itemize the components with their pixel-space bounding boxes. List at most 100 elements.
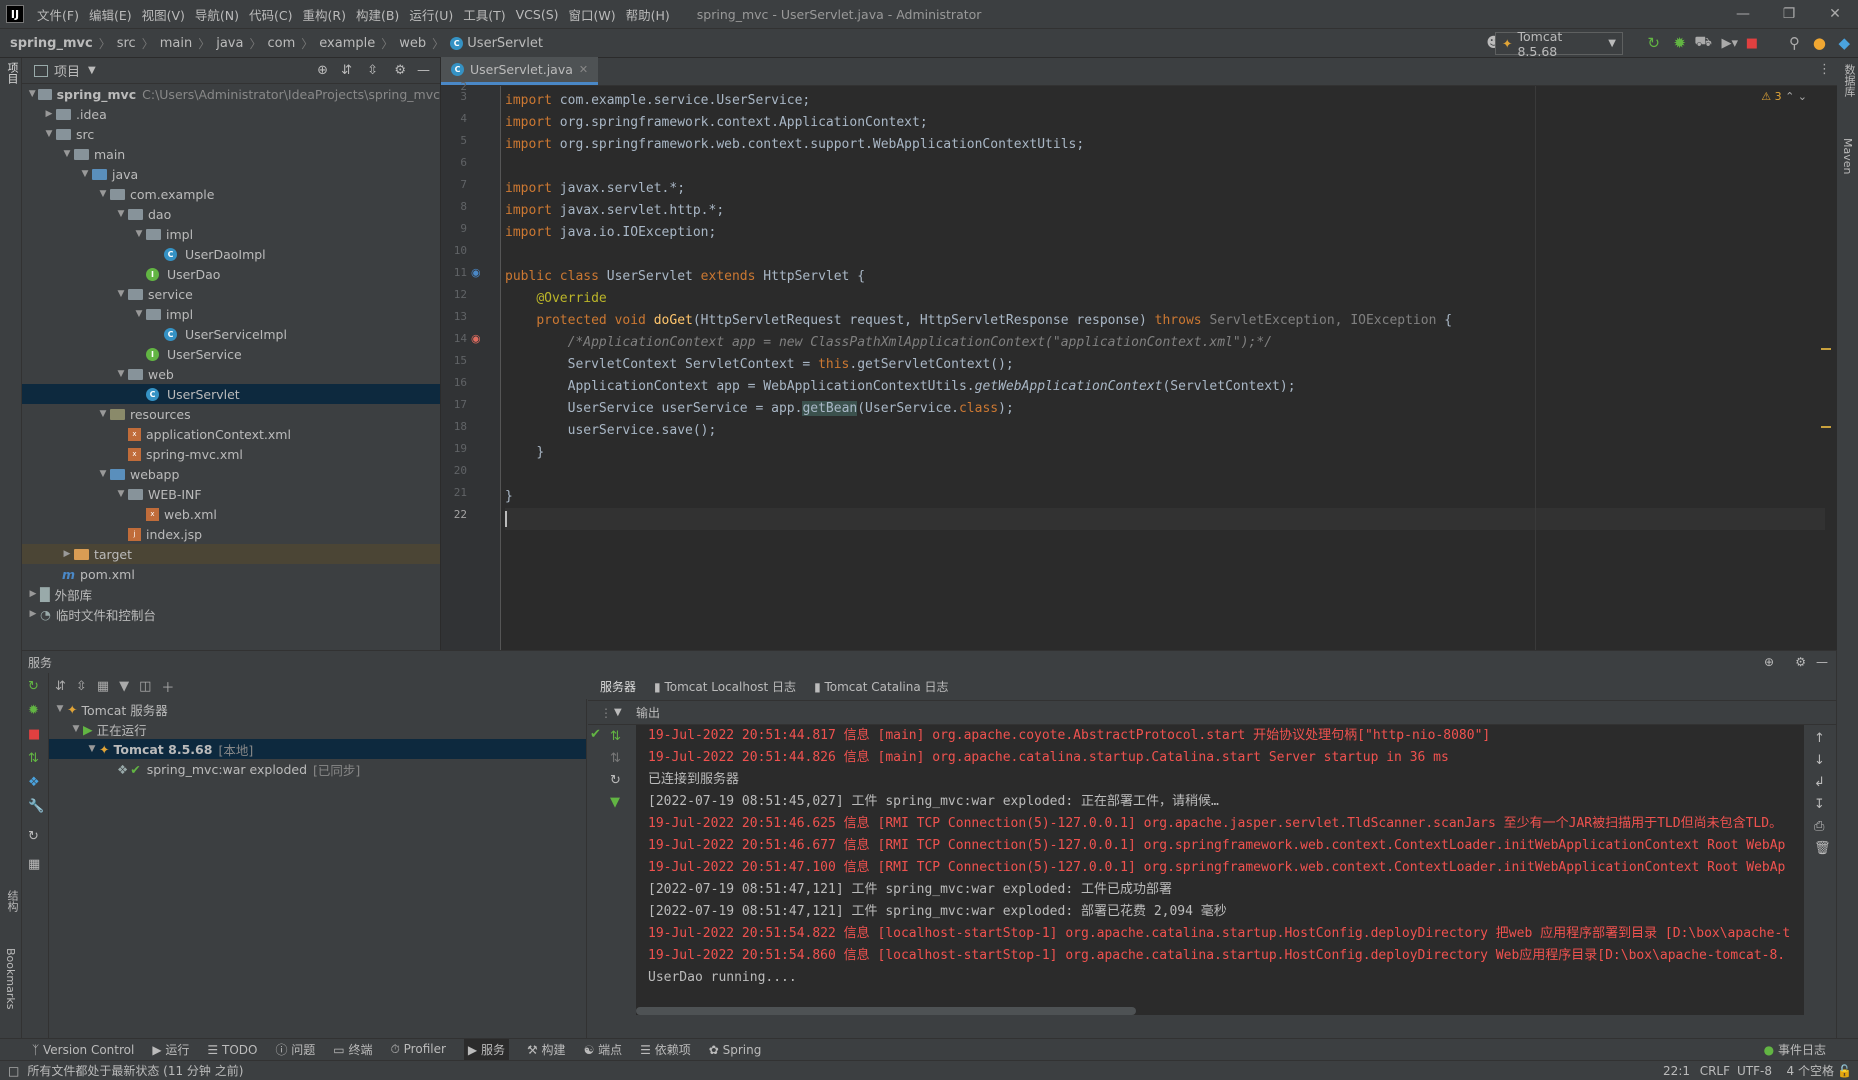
tree-item-service[interactable]: ▼ service [22, 284, 440, 304]
menu-navigate[interactable]: 导航(N) [190, 5, 244, 24]
coverage-icon[interactable]: ⛟ [1694, 29, 1712, 57]
rerun-icon[interactable]: ↻ [28, 679, 39, 694]
tree-item-running[interactable]: ▼ ▶ 正在运行 [49, 719, 586, 739]
tree-item-web-inf[interactable]: ▼ WEB-INF [22, 484, 440, 504]
refresh-icon[interactable]: ↻ [28, 829, 39, 844]
tree-item-userdaoimpl[interactable]: C UserDaoImpl [22, 244, 440, 264]
code-area[interactable]: import com.example.service.UserService; … [505, 86, 1825, 650]
tree-item-web-xml[interactable]: x web.xml [22, 504, 440, 524]
hide-panel-icon[interactable]: — [417, 63, 430, 78]
tree-item-java[interactable]: ▼ java [22, 164, 440, 184]
tool-dependencies[interactable]: ☰ 依赖项 [640, 1041, 691, 1058]
close-icon[interactable]: ✕ [1812, 0, 1858, 28]
collapse-all-icon[interactable]: ⇳ [76, 679, 87, 694]
breadcrumb-userservlet[interactable]: UserServlet [467, 36, 543, 51]
project-view-label[interactable]: 项目 [54, 61, 80, 80]
search-icon[interactable]: ⚲ [1789, 29, 1800, 57]
tool-version-control[interactable]: ᛉ Version Control [32, 1043, 134, 1057]
menu-build[interactable]: 构建(B) [351, 5, 404, 24]
tool-services[interactable]: ▶ 服务 [463, 1039, 509, 1060]
breadcrumb-java[interactable]: java [216, 36, 243, 51]
gear-icon[interactable]: ⚙ [1795, 655, 1806, 669]
print-icon[interactable]: ⎙ [1814, 819, 1824, 834]
expand-all-icon[interactable]: ⇵ [55, 679, 66, 694]
event-log-button[interactable]: ● 事件日志 [1764, 1041, 1826, 1058]
expand-all-icon[interactable]: ⇵ [341, 63, 352, 78]
scroll-to-end-icon[interactable]: ↧ [1814, 797, 1825, 812]
indent-setting[interactable]: 4 个空格 [1787, 1062, 1834, 1079]
menu-vcs[interactable]: VCS(S) [511, 7, 564, 22]
add-service-icon[interactable]: ＋ [161, 677, 174, 696]
tree-item-dao[interactable]: ▼ dao [22, 204, 440, 224]
override-gutter-icon[interactable]: ◉ [471, 332, 481, 345]
database-tool-window-button[interactable]: 数据库 [1841, 64, 1857, 97]
more-tabs-icon[interactable]: ⋮ [1818, 62, 1831, 77]
tab-tomcat-catalina-log[interactable]: ▮ Tomcat Catalina 日志 [814, 678, 948, 695]
locate-icon[interactable]: ⊕ [317, 63, 328, 78]
stop-icon[interactable]: ■ [1746, 29, 1758, 57]
more-run-icon[interactable]: ▶▾ [1721, 29, 1738, 57]
structure-tool-window-button[interactable]: 结构 [4, 890, 20, 912]
menu-edit[interactable]: 编辑(E) [84, 5, 137, 24]
tool-profiler[interactable]: ⏱ Profiler [390, 1042, 445, 1057]
menu-refactor[interactable]: 重构(R) [298, 5, 351, 24]
tree-item-tomcat-instance[interactable]: ▼ ✦ Tomcat 8.5.68 [本地] [49, 739, 586, 759]
menu-run[interactable]: 运行(U) [404, 5, 458, 24]
close-tab-icon[interactable]: ✕ [579, 63, 588, 76]
run-configuration-select[interactable]: ✦ Tomcat 8.5.68 ▼ [1495, 29, 1623, 59]
tree-item-resources[interactable]: ▼ resources [22, 404, 440, 424]
restore-icon[interactable]: ❐ [1766, 0, 1812, 28]
breadcrumb-web[interactable]: web [399, 36, 426, 51]
deploy-icon[interactable]: ⇅ [28, 751, 39, 766]
breadcrumb-example[interactable]: example [319, 36, 375, 51]
tool-run[interactable]: ▶ 运行 [152, 1041, 189, 1058]
update-deploy-icon[interactable]: ⇅ [610, 729, 621, 744]
soft-wrap-icon[interactable]: ↲ [1814, 775, 1825, 790]
tree-item-tomcat-server[interactable]: ▼ ✦ Tomcat 服务器 [49, 699, 586, 719]
tree-item-applicationcontext-xml[interactable]: x applicationContext.xml [22, 424, 440, 444]
update-icon[interactable]: ● [1813, 29, 1826, 57]
menu-help[interactable]: 帮助(H) [621, 5, 675, 24]
deploy-all-icon[interactable]: ❖ [28, 775, 40, 790]
tree-item-dao-impl[interactable]: ▼ impl [22, 224, 440, 244]
collapse-all-icon[interactable]: ⇳ [367, 63, 378, 78]
filter-icon[interactable]: ▼ [119, 679, 129, 694]
tree-item-userservice[interactable]: I UserService [22, 344, 440, 364]
project-tool-window-button[interactable]: 项目 [4, 62, 20, 84]
tool-build[interactable]: ⚒ 构建 [527, 1041, 566, 1058]
tool-problems[interactable]: ⓘ 问题 [275, 1041, 315, 1058]
debug-bug-icon[interactable]: ✹ [1673, 29, 1686, 57]
tree-item-webapp[interactable]: ▼ webapp [22, 464, 440, 484]
group-by-icon[interactable]: ▦ [97, 679, 109, 694]
tree-item-src[interactable]: ▼ src [22, 124, 440, 144]
menu-view[interactable]: 视图(V) [137, 5, 190, 24]
console-output[interactable]: 19-Jul-2022 20:51:44.817 信息 [main] org.a… [636, 725, 1824, 1015]
drag-handle-icon[interactable]: ⋮ [600, 706, 612, 720]
tool-todo[interactable]: ☰ TODO [207, 1043, 257, 1057]
file-encoding[interactable]: UTF-8 [1737, 1064, 1772, 1078]
breadcrumb-project[interactable]: spring_mvc [10, 36, 93, 51]
line-separator[interactable]: CRLF [1700, 1064, 1730, 1078]
tree-item-com-example[interactable]: ▼ com.example [22, 184, 440, 204]
tree-item-scratches[interactable]: ▶ ◔ 临时文件和控制台 [22, 604, 440, 624]
chevron-down-icon[interactable]: ▼ [88, 65, 96, 76]
tool-spring[interactable]: ✿ Spring [709, 1043, 762, 1057]
tree-item-userdao[interactable]: I UserDao [22, 264, 440, 284]
menu-code[interactable]: 代码(C) [244, 5, 297, 24]
hide-panel-icon[interactable]: — [1816, 655, 1828, 669]
trash-icon[interactable]: 🗑 [1814, 841, 1831, 856]
horizontal-scrollbar[interactable] [636, 1007, 1136, 1015]
tree-item-idea[interactable]: ▶ .idea [22, 104, 440, 124]
arrow-up-icon[interactable]: ↑ [1814, 731, 1825, 746]
implementation-gutter-icon[interactable]: ◉ [471, 266, 481, 279]
tree-item-main[interactable]: ▼ main [22, 144, 440, 164]
chevron-down-icon[interactable]: ▼ [614, 707, 622, 718]
debug-bug-icon[interactable]: ✹ [28, 703, 39, 718]
tree-item-pom-xml[interactable]: m pom.xml [22, 564, 440, 584]
menu-tools[interactable]: 工具(T) [458, 5, 510, 24]
bookmarks-tool-window-button[interactable]: Bookmarks [4, 948, 17, 1009]
tree-item-spring-mvc[interactable]: ▼ spring_mvc C:\Users\Administrator\IdeaPr… [22, 84, 440, 104]
locate-icon[interactable]: ⊕ [1764, 655, 1774, 669]
tree-item-spring-mvc-xml[interactable]: x spring-mvc.xml [22, 444, 440, 464]
minimize-icon[interactable]: — [1720, 0, 1766, 28]
